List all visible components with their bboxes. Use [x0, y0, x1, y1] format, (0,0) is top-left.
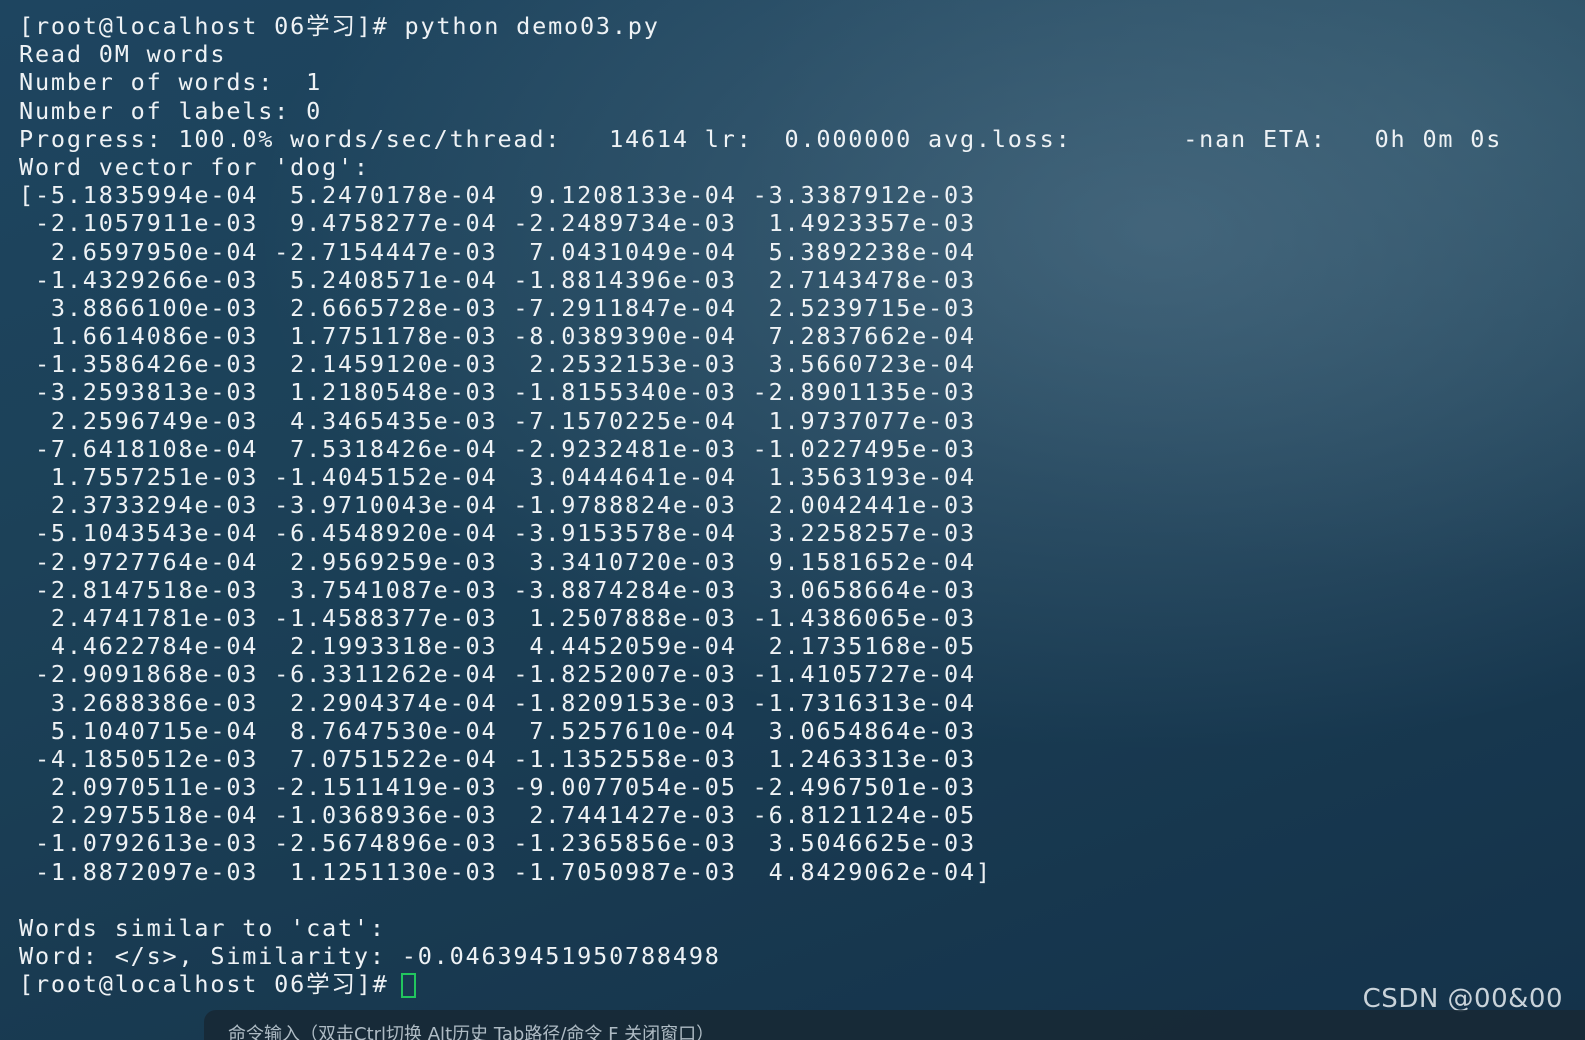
vector-row: -3.2593813e-03 1.2180548e-03 -1.8155340e…	[19, 378, 976, 407]
vector-row: -1.8872097e-03 1.1251130e-03 -1.7050987e…	[19, 857, 992, 886]
number-of-words-line: Number of words: 1	[19, 68, 323, 97]
progress-line: Progress: 100.0% words/sec/thread: 14614…	[19, 124, 1503, 153]
vector-row: -5.1043543e-04 -6.4548920e-04 -3.9153578…	[19, 519, 976, 548]
vector-row: -2.9727764e-04 2.9569259e-03 3.3410720e-…	[19, 547, 976, 576]
command-text: python demo03.py	[404, 12, 660, 40]
vector-row: 3.2688386e-03 2.2904374e-04 -1.8209153e-…	[19, 688, 976, 717]
command-input-hint: 命令输入（双击Ctrl切换 Alt历史 Tab路径/命令 F 关闭窗口）	[228, 1024, 715, 1040]
final-prompt-line[interactable]: [root@localhost 06学习]#	[19, 970, 1559, 999]
similar-words-header: Words similar to 'cat':	[19, 914, 386, 942]
final-shell-prompt: [root@localhost 06学习]#	[19, 970, 389, 999]
terminal-output[interactable]: [root@localhost 06学习]# python demo03.py …	[19, 12, 1559, 1012]
vector-row: -1.4329266e-03 5.2408571e-04 -1.8814396e…	[19, 265, 976, 294]
word-vector-header: Word vector for 'dog':	[19, 152, 370, 181]
read-words-line: Read 0M words	[19, 40, 227, 69]
shell-prompt: [root@localhost 06学习]#	[19, 12, 389, 40]
vector-row: 2.2975518e-04 -1.0368936e-03 2.7441427e-…	[19, 801, 976, 830]
vector-row: -7.6418108e-04 7.5318426e-04 -2.9232481e…	[19, 434, 976, 463]
vector-row: 2.3733294e-03 -3.9710043e-04 -1.9788824e…	[19, 491, 976, 520]
vector-row: 2.2596749e-03 4.3465435e-03 -7.1570225e-…	[19, 406, 976, 435]
vector-row: -1.3586426e-03 2.1459120e-03 2.2532153e-…	[19, 350, 976, 379]
vector-row: 4.4622784e-04 2.1993318e-03 4.4452059e-0…	[19, 632, 976, 661]
vector-row: 2.4741781e-03 -1.4588377e-03 1.2507888e-…	[19, 603, 976, 632]
text-cursor[interactable]	[400, 973, 416, 999]
vector-row: 1.7557251e-03 -1.4045152e-04 3.0444641e-…	[19, 463, 976, 491]
vector-row: -2.8147518e-03 3.7541087e-03 -3.8874284e…	[19, 575, 976, 604]
vector-row: 2.0970511e-03 -2.1511419e-03 -9.0077054e…	[19, 773, 976, 802]
vector-row: [-5.1835994e-04 5.2470178e-04 9.1208133e…	[19, 181, 976, 210]
command-input-bar[interactable]: 命令输入（双击Ctrl切换 Alt历史 Tab路径/命令 F 关闭窗口）	[204, 1010, 1585, 1040]
vector-row: 2.6597950e-04 -2.7154447e-03 7.0431049e-…	[19, 237, 976, 266]
vector-row: -4.1850512e-03 7.0751522e-04 -1.1352558e…	[19, 744, 976, 773]
vector-row: -1.0792613e-03 -2.5674896e-03 -1.2365856…	[19, 829, 976, 858]
word-vector-values: [-5.1835994e-04 5.2470178e-04 9.1208133e…	[19, 181, 1559, 886]
vector-row: -2.1057911e-03 9.4758277e-04 -2.2489734e…	[19, 209, 976, 238]
vector-row: 1.6614086e-03 1.7751178e-03 -8.0389390e-…	[19, 322, 976, 351]
vector-row: -2.9091868e-03 -6.3311262e-04 -1.8252007…	[19, 660, 976, 689]
similarity-result-line: Word: </s>, Similarity: -0.0463945195078…	[19, 942, 721, 971]
command-line: [root@localhost 06学习]# python demo03.py	[19, 12, 1559, 40]
vector-row: 5.1040715e-04 8.7647530e-04 7.5257610e-0…	[19, 716, 976, 745]
number-of-labels-line: Number of labels: 0	[19, 96, 323, 125]
vector-row: 3.8866100e-03 2.6665728e-03 -7.2911847e-…	[19, 293, 976, 322]
